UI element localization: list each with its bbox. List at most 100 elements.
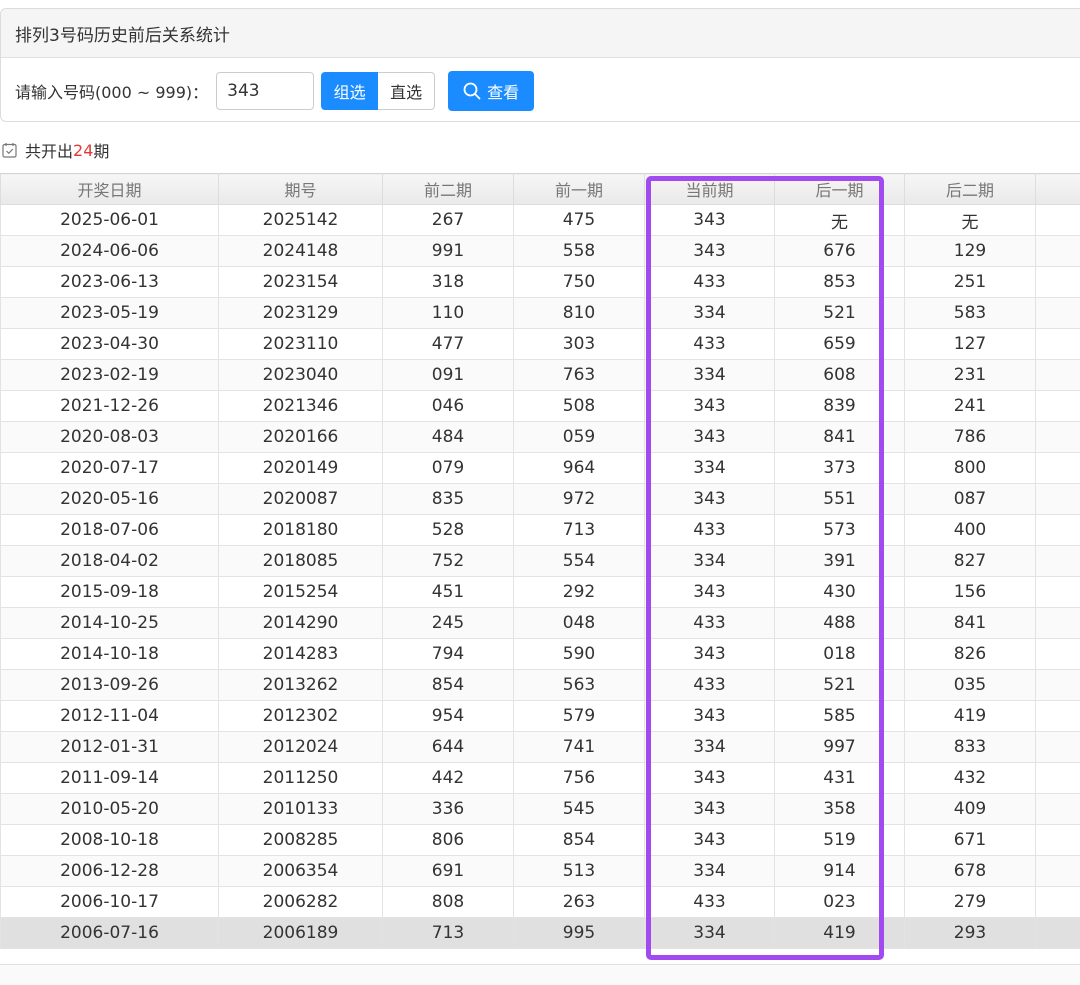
cell-extra xyxy=(1036,422,1080,453)
calendar-check-icon xyxy=(2,142,17,158)
cell-draw-date: 2020-07-17 xyxy=(1,453,219,484)
cell-extra xyxy=(1036,484,1080,515)
cell-prev-two: 091 xyxy=(383,360,514,391)
header-extra xyxy=(1036,174,1080,205)
header-next-one[interactable]: 后一期 xyxy=(775,174,905,205)
cell-current: 343 xyxy=(645,205,775,236)
cell-draw-date: 2023-06-13 xyxy=(1,267,219,298)
cell-issue-number: 2006354 xyxy=(219,856,383,887)
cell-prev-one: 995 xyxy=(514,918,645,949)
query-panel: 排列3号码历史前后关系统计 请输入号码(000 ~ 999)： 组选 直选 查看 xyxy=(0,8,1080,122)
cell-draw-date: 2006-12-28 xyxy=(1,856,219,887)
cell-prev-one: 263 xyxy=(514,887,645,918)
cell-next-one: 023 xyxy=(775,887,905,918)
header-draw-date[interactable]: 开奖日期 xyxy=(1,174,219,205)
cell-current: 343 xyxy=(645,484,775,515)
cell-current: 334 xyxy=(645,298,775,329)
table-row[interactable]: 2006-07-162006189713995334419293 xyxy=(1,918,1080,949)
table-row[interactable]: 2020-08-032020166484059343841786 xyxy=(1,422,1080,453)
table-row[interactable]: 2014-10-252014290245048433488841 xyxy=(1,608,1080,639)
cell-current: 334 xyxy=(645,856,775,887)
cell-prev-two: 806 xyxy=(383,825,514,856)
cell-issue-number: 2023040 xyxy=(219,360,383,391)
cell-next-one: 676 xyxy=(775,236,905,267)
cell-next-one: 430 xyxy=(775,577,905,608)
table-row[interactable]: 2012-11-042012302954579343585419 xyxy=(1,701,1080,732)
cell-next-one: 585 xyxy=(775,701,905,732)
cell-current: 343 xyxy=(645,577,775,608)
cell-prev-one: 554 xyxy=(514,546,645,577)
cell-extra xyxy=(1036,639,1080,670)
cell-current: 343 xyxy=(645,639,775,670)
cell-next-two: 800 xyxy=(905,453,1036,484)
group-mode-button[interactable]: 组选 xyxy=(321,72,378,110)
table-row[interactable]: 2015-09-182015254451292343430156 xyxy=(1,577,1080,608)
header-issue-number[interactable]: 期号 xyxy=(219,174,383,205)
view-button[interactable]: 查看 xyxy=(448,71,534,111)
cell-prev-two: 442 xyxy=(383,763,514,794)
table-row[interactable]: 2023-06-132023154318750433853251 xyxy=(1,267,1080,298)
cell-next-one: 608 xyxy=(775,360,905,391)
cell-extra xyxy=(1036,329,1080,360)
cell-current: 334 xyxy=(645,360,775,391)
cell-prev-two: 808 xyxy=(383,887,514,918)
table-row[interactable]: 2023-02-192023040091763334608231 xyxy=(1,360,1080,391)
table-row[interactable]: 2021-12-262021346046508343839241 xyxy=(1,391,1080,422)
cell-prev-one: 972 xyxy=(514,484,645,515)
table-row[interactable]: 2018-04-022018085752554334391827 xyxy=(1,546,1080,577)
table-row[interactable]: 2024-06-062024148991558343676129 xyxy=(1,236,1080,267)
cell-current: 343 xyxy=(645,825,775,856)
cell-next-two: 293 xyxy=(905,918,1036,949)
header-prev-one[interactable]: 前一期 xyxy=(514,174,645,205)
cell-draw-date: 2014-10-25 xyxy=(1,608,219,639)
cell-draw-date: 2023-05-19 xyxy=(1,298,219,329)
table-row[interactable]: 2018-07-062018180528713433573400 xyxy=(1,515,1080,546)
header-next-two[interactable]: 后二期 xyxy=(905,174,1036,205)
table-header-row: 开奖日期 期号 前二期 前一期 当前期 后一期 后二期 xyxy=(1,174,1080,205)
cell-next-one: 519 xyxy=(775,825,905,856)
table-row[interactable]: 2020-07-172020149079964334373800 xyxy=(1,453,1080,484)
table-row[interactable]: 2023-05-192023129110810334521583 xyxy=(1,298,1080,329)
cell-prev-one: 854 xyxy=(514,825,645,856)
cell-next-one: 488 xyxy=(775,608,905,639)
cell-next-one: 853 xyxy=(775,267,905,298)
cell-draw-date: 2010-05-20 xyxy=(1,794,219,825)
table-row[interactable]: 2011-09-142011250442756343431432 xyxy=(1,763,1080,794)
cell-prev-two: 318 xyxy=(383,267,514,298)
table-row[interactable]: 2020-05-162020087835972343551087 xyxy=(1,484,1080,515)
cell-issue-number: 2008285 xyxy=(219,825,383,856)
header-prev-two[interactable]: 前二期 xyxy=(383,174,514,205)
cell-extra xyxy=(1036,856,1080,887)
table-row[interactable]: 2006-12-282006354691513334914678 xyxy=(1,856,1080,887)
cell-next-two: 251 xyxy=(905,267,1036,298)
cell-prev-two: 046 xyxy=(383,391,514,422)
direct-mode-button[interactable]: 直选 xyxy=(378,72,435,110)
cell-next-two: 241 xyxy=(905,391,1036,422)
number-input[interactable] xyxy=(216,72,314,110)
cell-draw-date: 2018-07-06 xyxy=(1,515,219,546)
table-row[interactable]: 2012-01-312012024644741334997833 xyxy=(1,732,1080,763)
cell-next-one: 839 xyxy=(775,391,905,422)
table-row[interactable]: 2025-06-012025142267475343无无 xyxy=(1,205,1080,236)
cell-next-one: 521 xyxy=(775,298,905,329)
cell-issue-number: 2023129 xyxy=(219,298,383,329)
table-row[interactable]: 2023-04-302023110477303433659127 xyxy=(1,329,1080,360)
cell-prev-two: 835 xyxy=(383,484,514,515)
table-row[interactable]: 2013-09-262013262854563433521035 xyxy=(1,670,1080,701)
table-row[interactable]: 2008-10-182008285806854343519671 xyxy=(1,825,1080,856)
table-row[interactable]: 2006-10-172006282808263433023279 xyxy=(1,887,1080,918)
table-body: 2025-06-012025142267475343无无2024-06-0620… xyxy=(1,205,1080,949)
cell-issue-number: 2018085 xyxy=(219,546,383,577)
cell-prev-two: 794 xyxy=(383,639,514,670)
cell-next-one: 391 xyxy=(775,546,905,577)
table-row[interactable]: 2014-10-182014283794590343018826 xyxy=(1,639,1080,670)
query-form: 请输入号码(000 ~ 999)： 组选 直选 查看 xyxy=(15,71,534,111)
number-input-label: 请输入号码(000 ~ 999)： xyxy=(15,79,208,103)
cell-next-two: 156 xyxy=(905,577,1036,608)
table-row[interactable]: 2010-05-202010133336545343358409 xyxy=(1,794,1080,825)
cell-next-two: 129 xyxy=(905,236,1036,267)
mode-toggle: 组选 直选 xyxy=(321,72,435,110)
header-current[interactable]: 当前期 xyxy=(645,174,775,205)
cell-prev-two: 267 xyxy=(383,205,514,236)
cell-next-two: 583 xyxy=(905,298,1036,329)
